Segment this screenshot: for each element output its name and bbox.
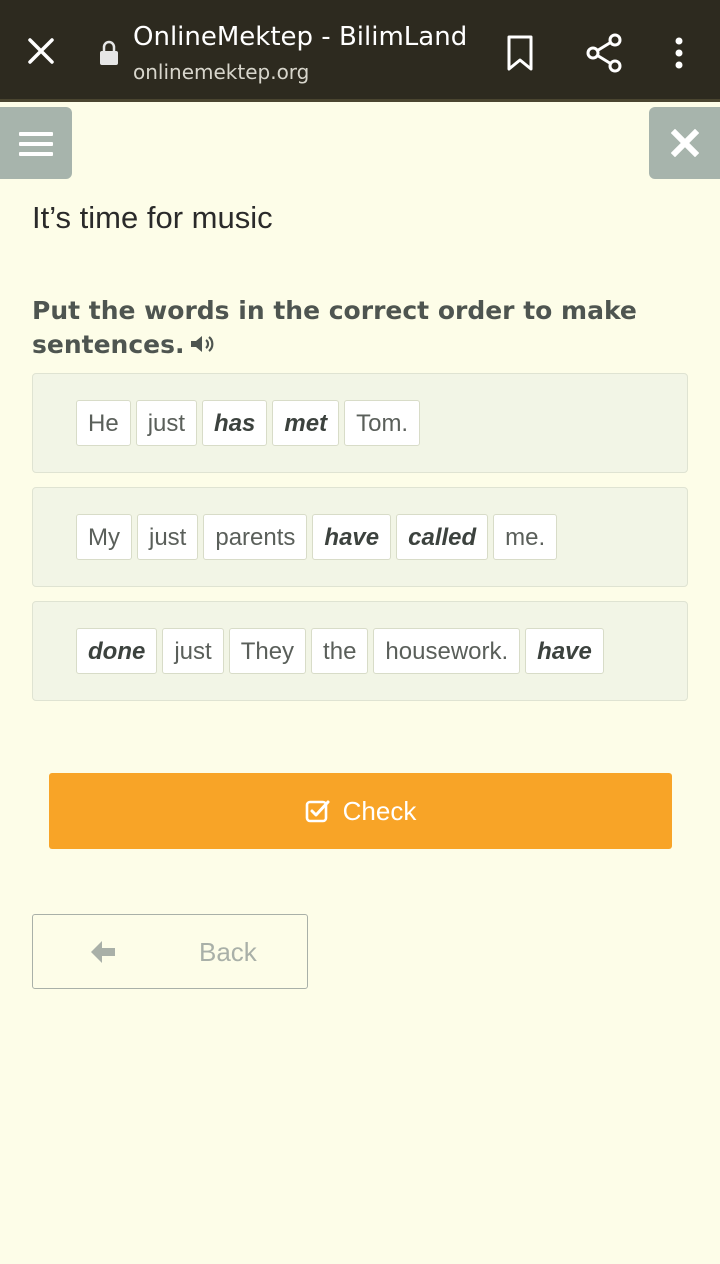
- browser-url[interactable]: onlinemektep.org: [133, 60, 309, 84]
- arrow-left-icon: [91, 941, 115, 963]
- browser-toolbar: OnlineMektep - BilimLand onlinemektep.or…: [0, 0, 720, 102]
- exercise-instruction: Put the words in the correct order to ma…: [32, 294, 672, 362]
- hamburger-icon-line: [19, 152, 53, 156]
- word-tiles: done just They the housework. have: [76, 628, 604, 674]
- close-lesson-button[interactable]: [649, 107, 720, 179]
- word-tile[interactable]: Tom.: [344, 400, 421, 446]
- hamburger-icon-line: [19, 142, 53, 146]
- word-tile[interactable]: They: [228, 628, 307, 674]
- sentence-box-1: He just has met Tom.: [32, 373, 688, 473]
- word-tile[interactable]: have: [312, 514, 392, 560]
- word-tile[interactable]: have: [525, 628, 604, 674]
- word-tile[interactable]: My: [76, 514, 132, 560]
- back-button-label: Back: [199, 937, 257, 967]
- word-tile[interactable]: parents: [203, 514, 308, 560]
- word-tiles: He just has met Tom.: [76, 400, 421, 446]
- speaker-icon[interactable]: [189, 333, 217, 355]
- word-tile[interactable]: He: [76, 400, 131, 446]
- share-icon[interactable]: [584, 33, 624, 73]
- word-tile[interactable]: housework.: [373, 628, 521, 674]
- hamburger-icon-line: [19, 132, 53, 136]
- word-tile[interactable]: just: [137, 514, 199, 560]
- word-tile[interactable]: has: [202, 400, 268, 446]
- more-options-icon[interactable]: [668, 36, 690, 70]
- check-button[interactable]: Check: [49, 773, 672, 849]
- word-tile[interactable]: met: [272, 400, 340, 446]
- lock-icon: [100, 40, 118, 65]
- close-icon[interactable]: [24, 34, 58, 68]
- page-title: It’s time for music: [32, 200, 273, 235]
- instruction-text: Put the words in the correct order to ma…: [32, 296, 637, 359]
- word-tile[interactable]: called: [396, 514, 489, 560]
- menu-button[interactable]: [0, 107, 72, 179]
- close-icon: [671, 129, 699, 157]
- checkbox-icon: [305, 800, 330, 823]
- word-tiles: My just parents have called me.: [76, 514, 558, 560]
- check-button-label: Check: [342, 795, 417, 826]
- word-tile[interactable]: done: [76, 628, 158, 674]
- browser-page-title: OnlineMektep - BilimLand: [133, 22, 468, 52]
- sentence-box-2: My just parents have called me.: [32, 487, 688, 587]
- word-tile[interactable]: the: [311, 628, 369, 674]
- word-tile[interactable]: just: [135, 400, 198, 446]
- word-tile[interactable]: me.: [493, 514, 558, 560]
- sentence-box-3: done just They the housework. have: [32, 601, 688, 701]
- bookmark-icon[interactable]: [505, 34, 535, 72]
- back-button[interactable]: Back: [32, 914, 308, 989]
- word-tile[interactable]: just: [162, 628, 224, 674]
